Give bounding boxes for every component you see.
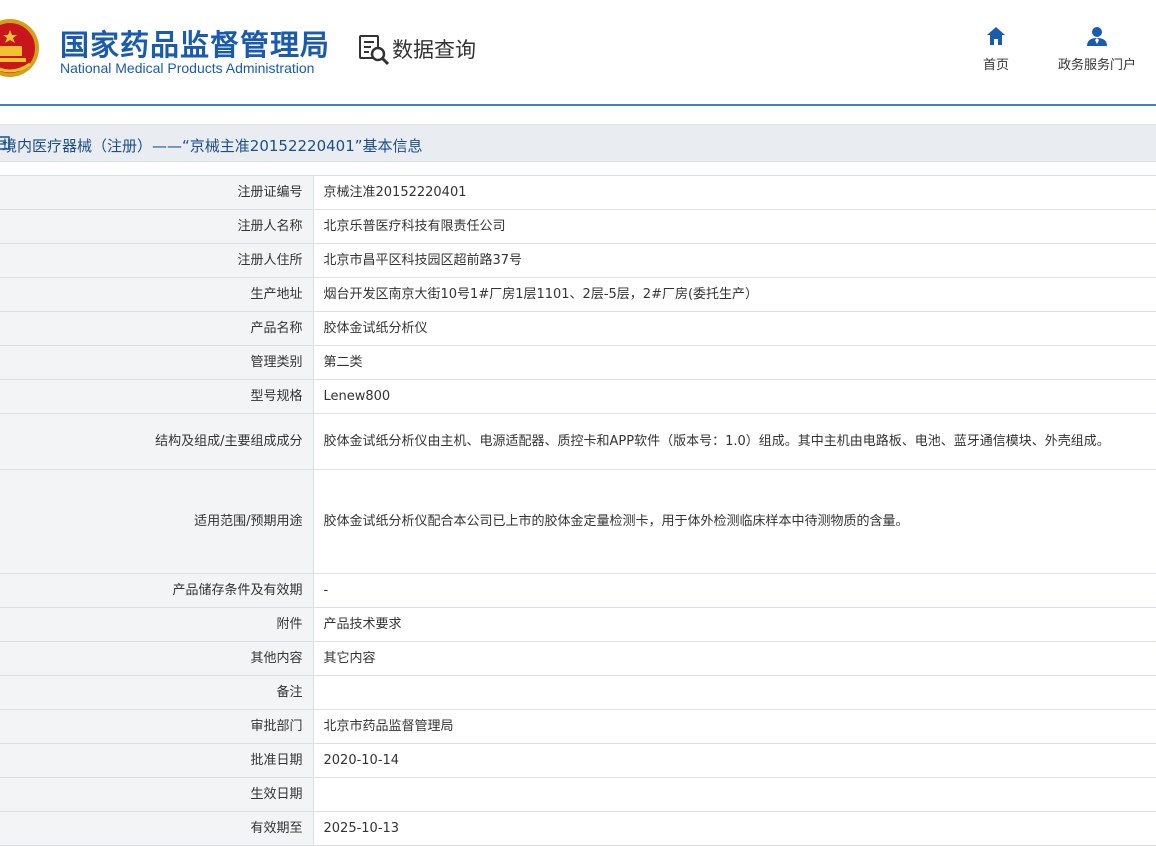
table-row: 审批部门 北京市药品监督管理局 xyxy=(0,709,1156,744)
table-row: 产品名称 胶体金试纸分析仪 xyxy=(0,311,1156,346)
field-label: 型号规格 xyxy=(0,379,314,414)
org-name-cn: 国家药品监督管理局 xyxy=(60,28,331,62)
field-value xyxy=(313,675,1156,710)
field-value: 北京市昌平区科技园区超前路37号 xyxy=(313,243,1156,278)
home-icon xyxy=(987,27,1005,45)
field-value: 胶体金试纸分析仪 xyxy=(313,311,1156,346)
table-row: 管理类别 第二类 xyxy=(0,345,1156,380)
nav-home-label: 首页 xyxy=(982,58,1009,73)
table-row: 适用范围/预期用途 胶体金试纸分析仪配合本公司已上市的胶体金定量检测卡，用于体外… xyxy=(0,469,1156,574)
field-label: 生效日期 xyxy=(0,777,314,812)
record-detail-table: 注册证编号 京械注准20152220401 注册人名称 北京乐普医疗科技有限责任… xyxy=(0,175,1156,846)
nav-home-link[interactable]: 首页 xyxy=(976,26,1016,73)
table-row: 批准日期 2020-10-14 xyxy=(0,743,1156,778)
field-label: 注册人住所 xyxy=(0,243,314,278)
user-icon xyxy=(1087,27,1107,46)
table-row: 注册人名称 北京乐普医疗科技有限责任公司 xyxy=(0,209,1156,244)
field-value: 烟台开发区南京大街10号1#厂房1层1101、2层-5层，2#厂房(委托生产） xyxy=(313,277,1156,312)
field-label: 有效期至 xyxy=(0,811,314,846)
field-value: 北京市药品监督管理局 xyxy=(313,709,1156,744)
field-value: 胶体金试纸分析仪由主机、电源适配器、质控卡和APP软件（版本号：1.0）组成。其… xyxy=(313,413,1156,470)
field-label: 其他内容 xyxy=(0,641,314,676)
field-value: 第二类 xyxy=(313,345,1156,380)
table-row: 型号规格 Lenew800 xyxy=(0,379,1156,414)
field-label: 注册证编号 xyxy=(0,175,314,210)
table-row: 注册证编号 京械注准20152220401 xyxy=(0,175,1156,210)
org-name-en: National Medical Products Administration xyxy=(60,60,315,76)
table-row: 附件 产品技术要求 xyxy=(0,607,1156,642)
field-value xyxy=(313,777,1156,812)
field-value: - xyxy=(313,573,1156,608)
section-title: 数据查询 xyxy=(392,38,476,62)
table-row: 其他内容 其它内容 xyxy=(0,641,1156,676)
field-label: 批准日期 xyxy=(0,743,314,778)
field-value: 北京乐普医疗科技有限责任公司 xyxy=(313,209,1156,244)
field-value: 京械注准20152220401 xyxy=(313,175,1156,210)
site-header: 国家药品监督管理局 National Medical Products Admi… xyxy=(0,0,1156,100)
field-label: 产品储存条件及有效期 xyxy=(0,573,314,608)
field-label: 管理类别 xyxy=(0,345,314,380)
document-search-icon xyxy=(359,35,390,66)
field-value: 胶体金试纸分析仪配合本公司已上市的胶体金定量检测卡，用于体外检测临床样本中待测物… xyxy=(313,469,1156,574)
field-value: Lenew800 xyxy=(313,379,1156,414)
field-label: 适用范围/预期用途 xyxy=(0,469,314,574)
field-value: 产品技术要求 xyxy=(313,607,1156,642)
field-label: 附件 xyxy=(0,607,314,642)
header-divider xyxy=(0,104,1156,106)
field-value: 其它内容 xyxy=(313,641,1156,676)
table-row: 产品储存条件及有效期 - xyxy=(0,573,1156,608)
table-row: 生产地址 烟台开发区南京大街10号1#厂房1层1101、2层-5层，2#厂房(委… xyxy=(0,277,1156,312)
table-row: 备注 xyxy=(0,675,1156,710)
field-value: 2020-10-14 xyxy=(313,743,1156,778)
field-label: 产品名称 xyxy=(0,311,314,346)
field-label: 备注 xyxy=(0,675,314,710)
field-value: 2025-10-13 xyxy=(313,811,1156,846)
nav-gov-service-link[interactable]: 政务服务门户 xyxy=(1052,26,1142,73)
field-label: 审批部门 xyxy=(0,709,314,744)
table-row: 生效日期 xyxy=(0,777,1156,812)
table-row: 注册人住所 北京市昌平区科技园区超前路37号 xyxy=(0,243,1156,278)
national-emblem-logo xyxy=(0,19,39,77)
field-label: 生产地址 xyxy=(0,277,314,312)
table-row: 有效期至 2025-10-13 xyxy=(0,811,1156,846)
field-label: 结构及组成/主要组成成分 xyxy=(0,413,314,470)
field-label: 注册人名称 xyxy=(0,209,314,244)
record-title: 境内医疗器械（注册）——“京械主准20152220401”基本信息 xyxy=(2,137,423,155)
record-title-bar: 境内医疗器械（注册）——“京械主准20152220401”基本信息 xyxy=(0,124,1156,162)
nav-gov-service-label: 政务服务门户 xyxy=(1057,58,1136,73)
table-row: 结构及组成/主要组成成分 胶体金试纸分析仪由主机、电源适配器、质控卡和APP软件… xyxy=(0,413,1156,470)
